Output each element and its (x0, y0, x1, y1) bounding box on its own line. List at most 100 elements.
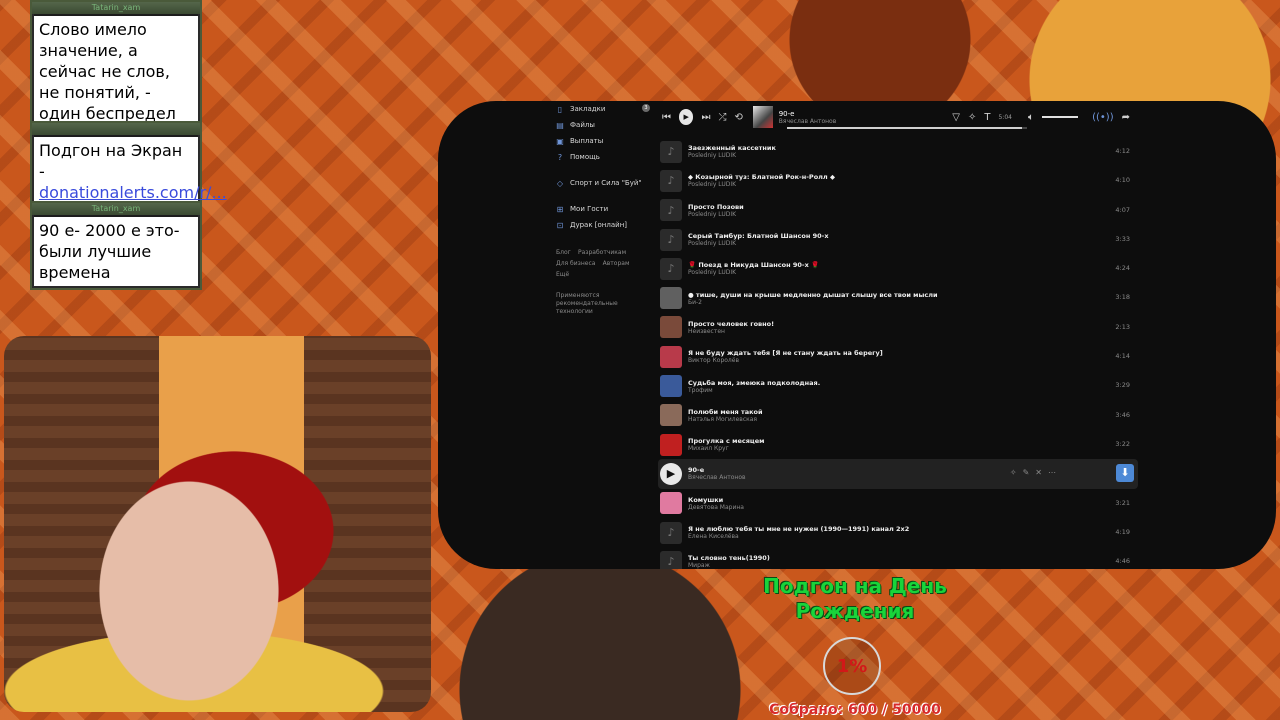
track-duration: 3:18 (1115, 293, 1130, 302)
sidebar-item-help[interactable]: ? Помощь (556, 149, 656, 165)
track-info: Просто человек говно! Неизвестен (688, 320, 774, 335)
track-row[interactable]: ● тише, души на крыше медленно дышат слы… (658, 283, 1138, 312)
sidebar-item-app-sport[interactable]: ◇ Спорт и Сила "Буй" (556, 175, 656, 191)
track-artist[interactable]: Posledniy LUDIK (688, 269, 819, 276)
track-row[interactable]: ♪ Ты словно тень(1990) Мираж 4:46 (658, 547, 1138, 569)
track-artist[interactable]: Натэлья Могилевская (688, 416, 763, 423)
track-artist[interactable]: Неизвестен (688, 328, 774, 335)
footer-link-business[interactable]: Для бизнеса (556, 260, 595, 267)
track-title: Полюби меня такой (688, 407, 763, 416)
track-artist[interactable]: Девятова Марина (688, 504, 744, 511)
next-icon[interactable]: ⏭ (701, 112, 710, 123)
remove-icon[interactable]: ✕ (1035, 468, 1048, 477)
more-icon[interactable]: ⋯ (1048, 468, 1062, 477)
repeat-icon[interactable]: ⟲ (734, 112, 742, 123)
sidebar-item-app-guests[interactable]: ⊞ Мои Гости (556, 201, 656, 217)
track-info: Серый Тамбур: Блатной Шансон 90-х Posledn… (688, 232, 829, 247)
track-duration: 4:14 (1115, 352, 1130, 361)
track-row[interactable]: ♪ Просто Позови Posledniy LUDIK 4:07 (658, 196, 1138, 225)
footer-link-dev[interactable]: Разработчикам (578, 249, 626, 256)
track-info: Судьба моя, змеюка подколодная. Трофим (688, 379, 820, 394)
track-row[interactable]: ▶ 90-е Вячеслав Антонов ✧✎✕⋯ ⬇ (658, 459, 1138, 489)
track-info: Прогулка с месяцем Михаил Круг (688, 437, 764, 452)
track-row[interactable]: Полюби меня такой Натэлья Могилевская 3:46 (658, 401, 1138, 430)
chat-message-1: Tatarin_xam Слово имело значение, а сейч… (30, 0, 202, 131)
track-artist[interactable]: Вячеслав Антонов (688, 474, 746, 481)
dislike-icon[interactable]: ▽ (952, 112, 960, 123)
download-icon[interactable]: ⬇ (1116, 464, 1134, 483)
sidebar-item-label: Выплаты (570, 137, 604, 145)
track-row[interactable]: ♪ ◆ Козырной туз: Блатной Рок-н-Ролл ◆ Pos… (658, 166, 1138, 195)
sidebar-footer: Блог Разработчикам Для бизнеса Авторам Е… (556, 247, 656, 280)
webcam-feed (4, 336, 431, 712)
track-row[interactable]: Я не буду ждать тебя [Я не стану ждать н… (658, 342, 1138, 371)
track-duration: 3:46 (1115, 410, 1130, 419)
track-duration: 3:21 (1115, 498, 1130, 507)
now-playing-info: 90-е Вячеслав Антонов (779, 110, 933, 125)
track-cover (660, 492, 682, 515)
track-cover (660, 375, 682, 398)
donation-link[interactable]: donationalerts.com/r/... (39, 183, 227, 202)
sidebar-item-app-durak[interactable]: ⊡ Дурак [онлайн] (556, 217, 656, 233)
broadcast-icon[interactable]: ((•)) (1092, 112, 1114, 123)
now-playing-title: 90-е (778, 109, 795, 118)
sidebar-note: Применяются рекомендательные технологии (556, 292, 618, 315)
now-playing-artist: Вячеслав Антонов (778, 117, 837, 125)
music-note-icon: ♪ (660, 521, 682, 544)
shuffle-icon[interactable]: ⤮ (718, 112, 726, 123)
footer-link-authors[interactable]: Авторам (603, 260, 630, 267)
track-row[interactable]: Прогулка с месяцем Михаил Круг 3:22 (658, 430, 1138, 459)
sidebar-item-files[interactable]: ▤ Файлы (556, 117, 656, 133)
track-artist[interactable]: Posledniy LUDIK (688, 240, 829, 247)
track-artist[interactable]: Елена Киселёва (688, 533, 909, 540)
track-artist[interactable]: Posledniy LUDIK (688, 152, 776, 159)
footer-link-blog[interactable]: Блог (556, 249, 571, 256)
play-button[interactable]: ▶ (679, 109, 694, 125)
track-artist[interactable]: Би-2 (688, 299, 938, 306)
track-info: Ты словно тень(1990) Мираж (688, 554, 770, 569)
edit-icon[interactable]: ✎ (1023, 468, 1036, 477)
track-title: 90-е (688, 466, 705, 475)
donation-progress-ring: 1% (823, 637, 881, 695)
sidebar-item-label: Файлы (570, 121, 595, 129)
track-artist[interactable]: Виктор Королёв (688, 357, 883, 364)
sidebar-item-label: Закладки (570, 105, 606, 113)
bookmarks-badge: 3 (642, 104, 650, 112)
track-row[interactable]: ♪ 🌹 Поезд в Никуда Шансон 90-х 🌹 Posledniy… (658, 254, 1138, 283)
track-duration: 4:07 (1115, 205, 1130, 214)
track-title: Я не буду ждать тебя [Я не стану ждать н… (688, 349, 883, 358)
track-artist[interactable]: Трофим (688, 387, 820, 394)
chat-username (32, 123, 200, 135)
track-row[interactable]: ♪ Серый Тамбур: Блатной Шансон 90-х Posled… (658, 225, 1138, 254)
chat-text: 90 е- 2000 е это- были лучшие времена (34, 217, 198, 286)
progress-bar[interactable] (787, 127, 1027, 129)
track-artist[interactable]: Михаил Круг (688, 445, 764, 452)
track-row[interactable]: Комушки Девятова Марина 3:21 (658, 489, 1138, 518)
track-row[interactable]: ♪ Заезженный кассетник Posledniy LUDIK 4:12 (658, 137, 1138, 166)
footer-link-more[interactable]: Ещё (556, 271, 569, 278)
track-row[interactable]: Просто человек говно! Неизвестен 2:13 (658, 313, 1138, 342)
text-icon[interactable]: T (984, 112, 990, 123)
sidebar-item-payouts[interactable]: ▣ Выплаты (556, 133, 656, 149)
music-note-icon: ♪ (660, 257, 682, 280)
sparkle-icon[interactable]: ✧ (1010, 468, 1023, 477)
share-icon[interactable]: ➦ (1122, 112, 1130, 123)
sidebar-item-bookmarks[interactable]: ▯ Закладки 3 (556, 101, 656, 117)
track-cover (660, 433, 682, 456)
track-duration: 2:13 (1115, 322, 1130, 331)
track-row[interactable]: ♪ Я не люблю тебя ты мне не нужен (1990—1… (658, 518, 1138, 547)
track-title: 🌹 Поезд в Никуда Шансон 90-х 🌹 (688, 261, 820, 270)
track-artist[interactable]: Posledniy LUDIK (688, 211, 744, 218)
volume-icon[interactable]: 🔈︎ (1028, 112, 1034, 123)
track-artist[interactable]: Posledniy LUDIK (688, 181, 835, 188)
sparkle-icon[interactable]: ✧ (968, 112, 976, 123)
track-info: 90-е Вячеслав Антонов (688, 466, 746, 481)
track-row[interactable]: Судьба моя, змеюка подколодная. Трофим 3:2… (658, 371, 1138, 400)
prev-icon[interactable]: ⏮ (662, 112, 671, 123)
track-actions: ✧✎✕⋯ (1010, 468, 1062, 477)
play-icon[interactable]: ▶ (660, 462, 682, 485)
track-artist[interactable]: Мираж (688, 562, 770, 569)
volume-slider[interactable] (1041, 116, 1079, 118)
now-playing-cover (752, 106, 773, 128)
track-info: Полюби меня такой Натэлья Могилевская (688, 408, 763, 423)
